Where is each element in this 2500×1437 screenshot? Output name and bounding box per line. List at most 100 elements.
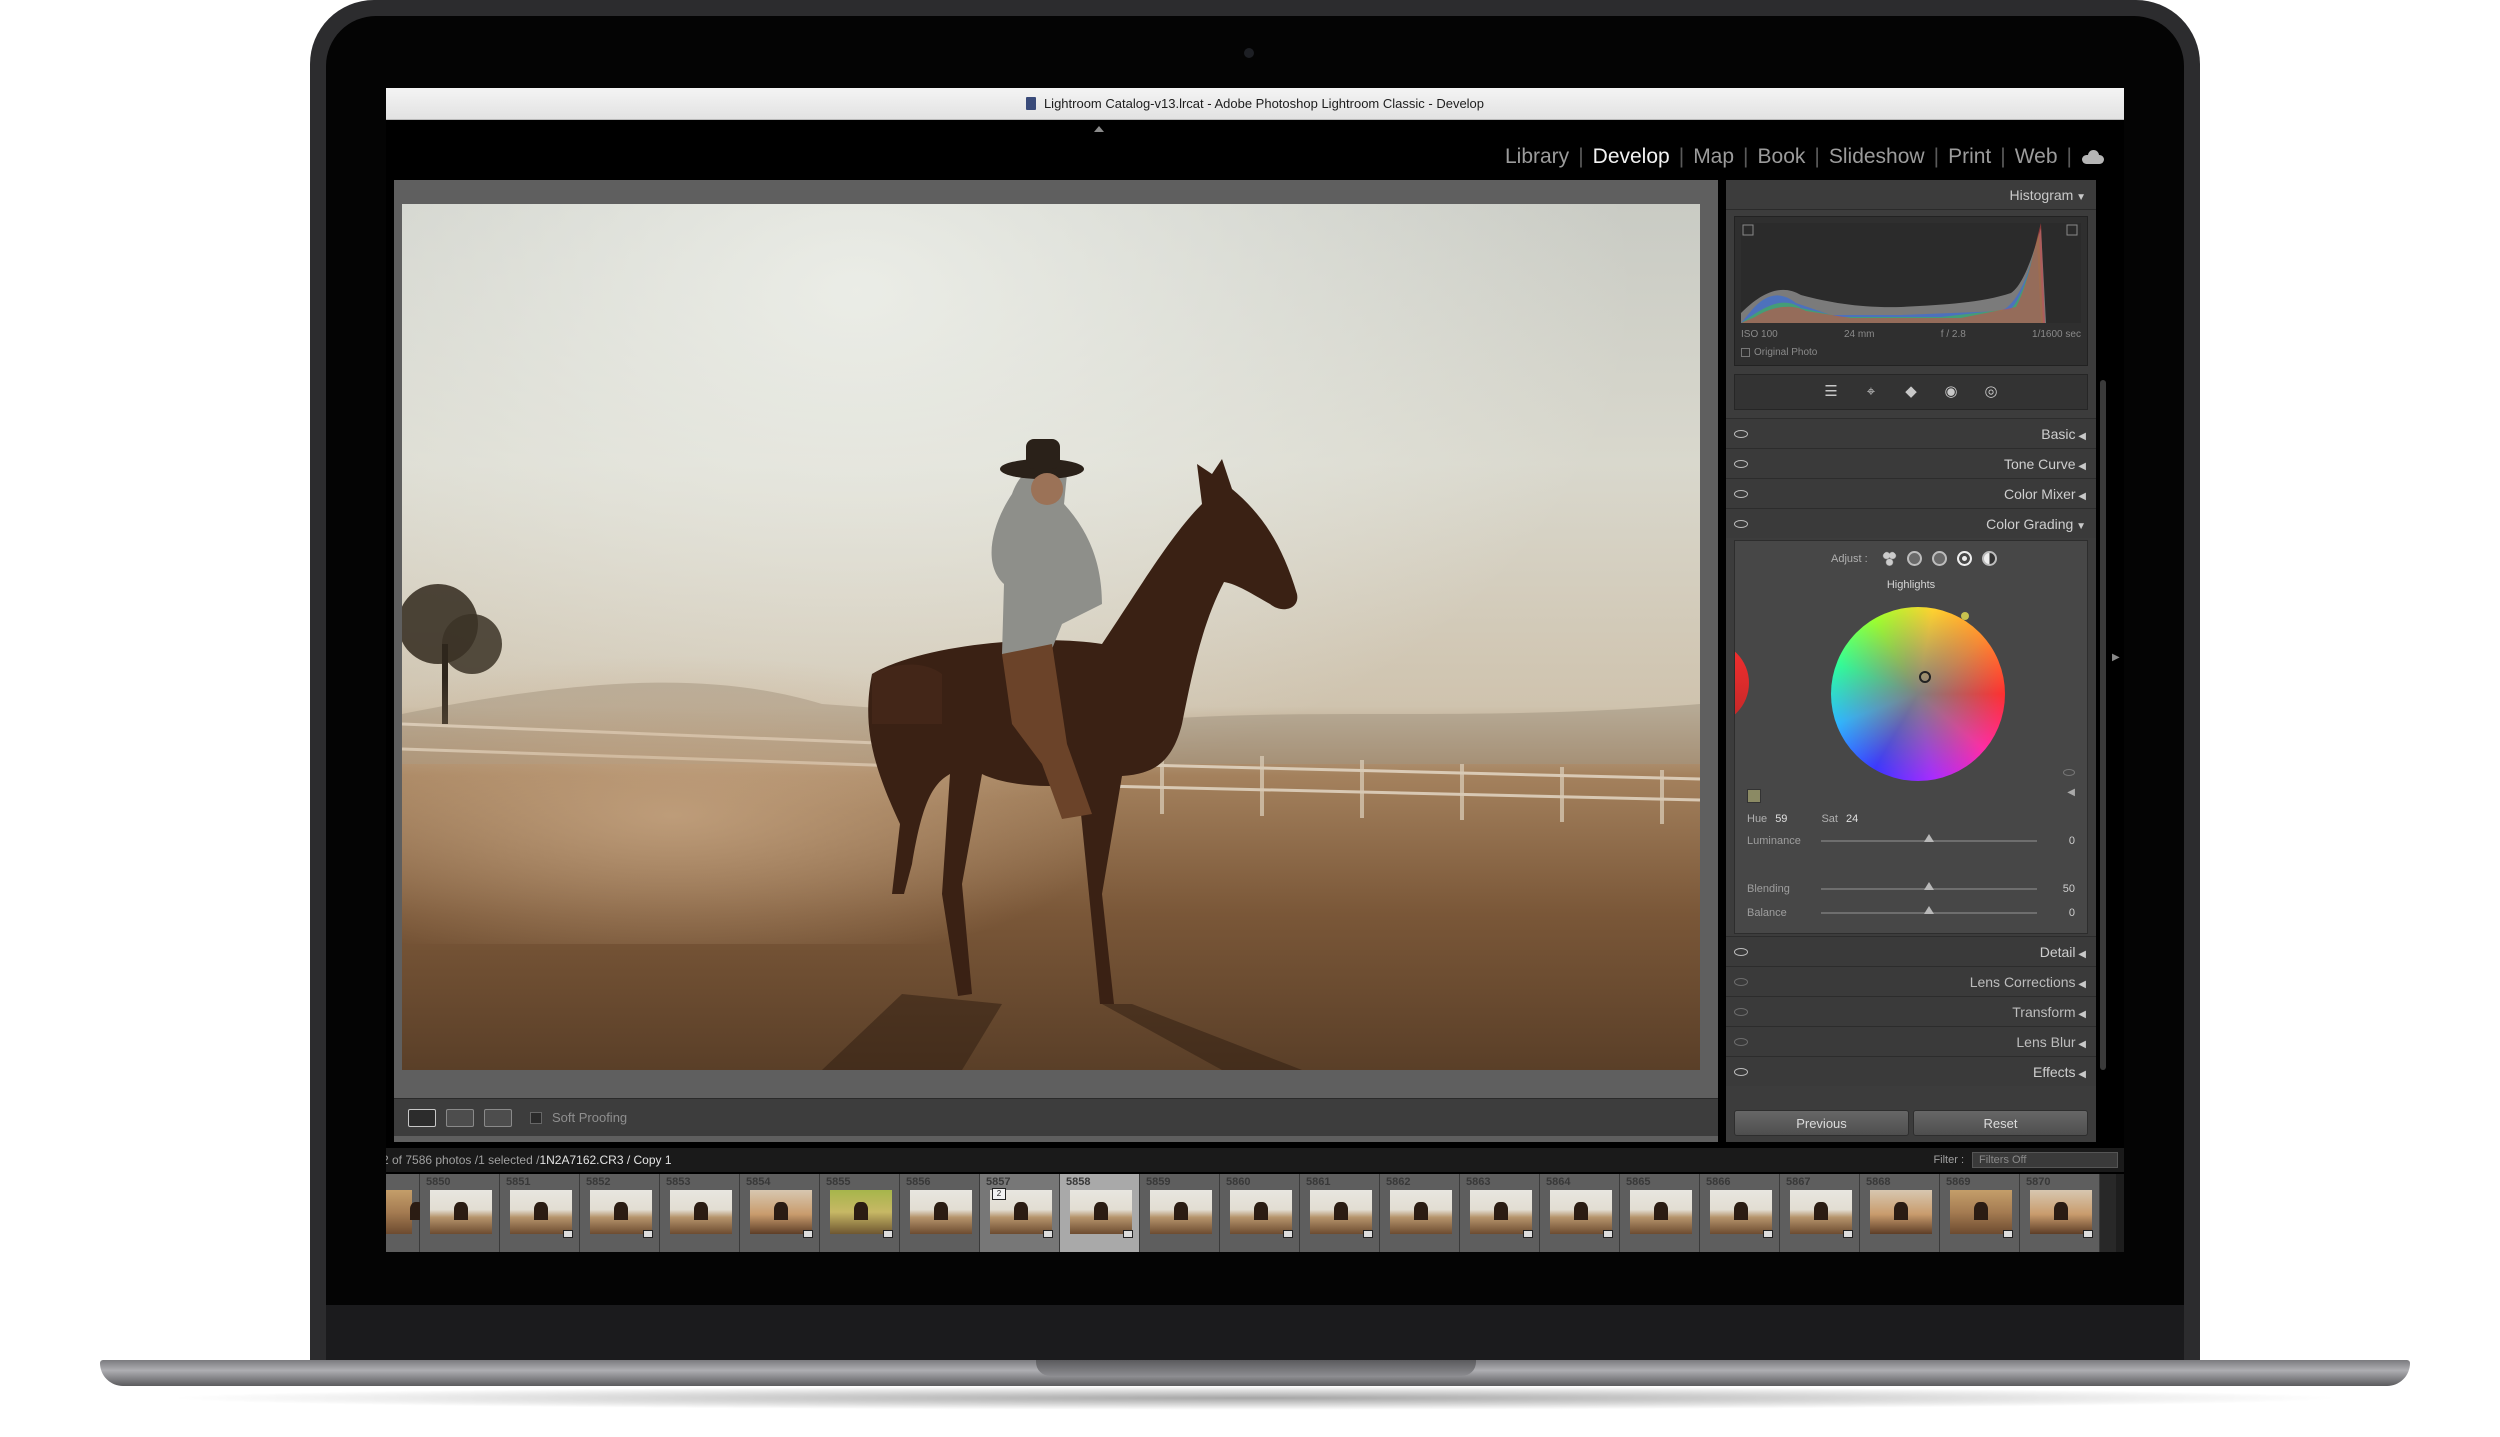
collapse-top-panel-icon[interactable]: [1094, 126, 1104, 132]
collapse-right-panel-icon[interactable]: ▶: [2112, 652, 2120, 663]
filmstrip-thumbnail[interactable]: [1230, 1190, 1292, 1234]
eye-icon[interactable]: [1734, 1067, 1748, 1076]
filmstrip-cell[interactable]: 5851: [500, 1174, 580, 1252]
filmstrip-cell[interactable]: 5863: [1460, 1174, 1540, 1252]
filmstrip-thumbnail[interactable]: [430, 1190, 492, 1234]
highlights-view-icon[interactable]: [1956, 551, 1972, 566]
original-photo-checkbox[interactable]: [1741, 348, 1750, 357]
before-after-button[interactable]: [446, 1108, 474, 1127]
filmstrip-thumbnail[interactable]: [910, 1190, 972, 1234]
eraser-icon[interactable]: ◆: [1902, 383, 1920, 401]
filter-dropdown[interactable]: Filters Off: [1972, 1152, 2118, 1168]
filmstrip-thumbnail[interactable]: [1710, 1190, 1772, 1234]
filmstrip-thumbnail[interactable]: [1950, 1190, 2012, 1234]
filmstrip-thumbnail[interactable]: [1150, 1190, 1212, 1234]
stack-badge[interactable]: 2: [992, 1188, 1006, 1200]
hue-indicator-dot[interactable]: [1961, 612, 1969, 620]
blending-slider[interactable]: Blending 50: [1747, 882, 2075, 895]
shadows-view-icon[interactable]: [1906, 551, 1922, 566]
original-photo-toggle[interactable]: Original Photo: [1741, 347, 1817, 358]
filmstrip-thumbnail[interactable]: [830, 1190, 892, 1234]
module-book[interactable]: Book: [1749, 145, 1815, 169]
filmstrip-cell[interactable]: 5869: [1940, 1174, 2020, 1252]
luminance-slider[interactable]: Luminance 0: [1747, 834, 2075, 847]
filmstrip-source-path[interactable]: 2 of 7586 photos /1 selected /1N2A7162.C…: [386, 1153, 672, 1167]
slider-track[interactable]: [1821, 882, 2037, 890]
filmstrip-scrollbar[interactable]: [2116, 1174, 2124, 1252]
slider-thumb[interactable]: [1924, 834, 1934, 842]
section-transform[interactable]: Transform: [1726, 996, 2096, 1026]
reset-button[interactable]: Reset: [1913, 1110, 2088, 1136]
color-wheel[interactable]: [1831, 607, 2005, 781]
filmstrip-cell[interactable]: 5865: [1620, 1174, 1700, 1252]
right-panel-scrollbar[interactable]: [2100, 380, 2106, 1070]
section-effects[interactable]: Effects: [1726, 1056, 2096, 1086]
filmstrip-cell[interactable]: 5856: [900, 1174, 980, 1252]
eye-icon[interactable]: [1734, 519, 1748, 528]
module-print[interactable]: Print: [1939, 145, 2000, 169]
red-eye-icon[interactable]: ◉: [1942, 383, 1960, 401]
slider-track[interactable]: [1821, 834, 2037, 842]
filmstrip-thumbnail[interactable]: [670, 1190, 732, 1234]
before-after-swap-button[interactable]: [484, 1108, 512, 1127]
filmstrip-cell[interactable]: 5867: [1780, 1174, 1860, 1252]
filmstrip-thumbnail[interactable]: [2030, 1190, 2092, 1234]
filmstrip-cell[interactable]: 5868: [1860, 1174, 1940, 1252]
filmstrip-thumbnail[interactable]: [590, 1190, 652, 1234]
eye-icon[interactable]: [1734, 459, 1748, 468]
module-slideshow[interactable]: Slideshow: [1820, 145, 1934, 169]
filmstrip-cell[interactable]: 5854: [740, 1174, 820, 1252]
section-lens-blur[interactable]: Lens Blur: [1726, 1026, 2096, 1056]
slider-thumb[interactable]: [1924, 906, 1934, 914]
slider-track[interactable]: [1821, 906, 2037, 914]
selected-filename[interactable]: 1N2A7162.CR3 / Copy 1: [539, 1153, 671, 1167]
filmstrip-cell[interactable]: 5852: [580, 1174, 660, 1252]
midtones-view-icon[interactable]: [1931, 551, 1947, 566]
eye-icon[interactable]: [1734, 977, 1748, 986]
filmstrip-cell[interactable]: [386, 1174, 424, 1252]
section-basic[interactable]: Basic: [1726, 418, 2096, 448]
eye-icon[interactable]: [2063, 769, 2075, 776]
section-lens-corrections[interactable]: Lens Corrections: [1726, 966, 2096, 996]
filmstrip-thumbnail[interactable]: [510, 1190, 572, 1234]
eye-icon[interactable]: [1734, 947, 1748, 956]
eye-icon[interactable]: [1734, 1037, 1748, 1046]
filmstrip-thumbnail[interactable]: [1470, 1190, 1532, 1234]
filmstrip-cell[interactable]: 5866: [1700, 1174, 1780, 1252]
section-tone-curve[interactable]: Tone Curve: [1726, 448, 2096, 478]
slider-thumb[interactable]: [1924, 882, 1934, 890]
filmstrip-thumbnail[interactable]: [750, 1190, 812, 1234]
filmstrip-cell[interactable]: 5853: [660, 1174, 740, 1252]
filmstrip-cell[interactable]: 5862: [1380, 1174, 1460, 1252]
color-swatch[interactable]: [1747, 789, 1761, 803]
filmstrip-cell[interactable]: 5864: [1540, 1174, 1620, 1252]
filmstrip-cell[interactable]: 5857 2: [980, 1174, 1060, 1252]
module-web[interactable]: Web: [2006, 145, 2067, 169]
balance-slider[interactable]: Balance 0: [1747, 906, 2075, 919]
section-color-mixer[interactable]: Color Mixer: [1726, 478, 2096, 508]
previous-button[interactable]: Previous: [1734, 1110, 1909, 1136]
global-view-icon[interactable]: [1981, 551, 1997, 566]
window-titlebar[interactable]: Lightroom Catalog-v13.lrcat - Adobe Phot…: [386, 88, 2124, 120]
color-wheel-handle[interactable]: [1919, 671, 1931, 683]
sliders-icon[interactable]: ☰: [1822, 383, 1840, 401]
hue-value[interactable]: 59: [1775, 813, 1787, 825]
filmstrip-thumbnail[interactable]: [1310, 1190, 1372, 1234]
photo-preview[interactable]: [402, 204, 1700, 1070]
filmstrip-thumbnail[interactable]: [1550, 1190, 1612, 1234]
filmstrip-cell[interactable]: 5858: [1060, 1174, 1140, 1252]
filmstrip-thumbnail[interactable]: [1790, 1190, 1852, 1234]
filmstrip-cell[interactable]: 5859: [1140, 1174, 1220, 1252]
eye-icon[interactable]: [1734, 1007, 1748, 1016]
module-map[interactable]: Map: [1684, 145, 1743, 169]
masking-icon[interactable]: ◎: [1982, 383, 2000, 401]
expand-icon[interactable]: ◀: [2067, 787, 2075, 798]
filmstrip-cell[interactable]: 5870: [2020, 1174, 2100, 1252]
loupe-view-button[interactable]: [408, 1108, 436, 1127]
soft-proofing-checkbox[interactable]: [530, 1111, 542, 1124]
filmstrip-cell[interactable]: 5850: [420, 1174, 500, 1252]
filmstrip-thumbnail[interactable]: [1870, 1190, 1932, 1234]
filmstrip[interactable]: 5850 5851 5852 5853 5854 5855 5856 5857 2 5858 585…: [386, 1174, 2124, 1252]
section-color-grading[interactable]: Color Grading: [1726, 508, 2096, 538]
module-develop[interactable]: Develop: [1584, 145, 1679, 169]
